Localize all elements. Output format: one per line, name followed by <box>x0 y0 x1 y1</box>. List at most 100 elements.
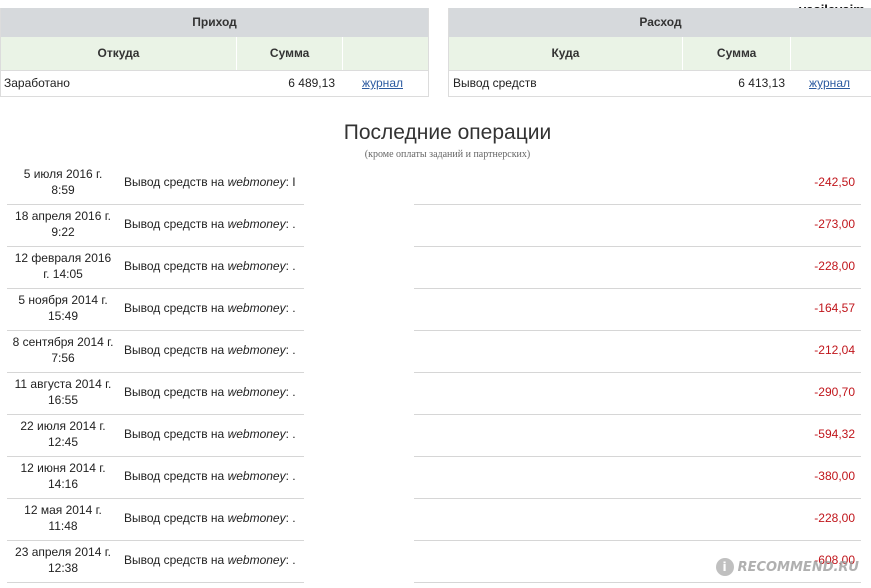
operation-date: 5 июля 2016 г. 8:59 <box>7 166 119 198</box>
operation-desc-prefix: Вывод средств на <box>124 385 225 399</box>
operation-desc-service: webmoney <box>227 553 286 567</box>
operation-desc-suffix: : . <box>285 469 296 483</box>
income-col-actions <box>342 37 428 70</box>
operation-amount: -594,32 <box>814 427 855 441</box>
operation-desc-prefix: Вывод средств на <box>124 553 225 567</box>
operation-date-line1: 22 июля 2014 г. <box>20 419 106 433</box>
operation-description: Вывод средств на webmoney: . <box>124 469 310 483</box>
operation-desc-suffix: : . <box>285 343 296 357</box>
operation-date-line1: 12 июня 2014 г. <box>20 461 106 475</box>
operation-desc-prefix: Вывод средств на <box>124 511 225 525</box>
operation-date-line2: 16:55 <box>47 393 79 407</box>
operation-description: Вывод средств на webmoney: . <box>124 385 310 399</box>
operation-date-line1: 5 ноября 2014 г. <box>18 293 108 307</box>
operation-desc-service: webmoney <box>227 217 286 231</box>
operation-desc-prefix: Вывод средств на <box>124 427 225 441</box>
operation-desc-service: webmoney <box>227 259 286 273</box>
expense-column-headers: Куда Сумма <box>449 37 871 71</box>
operation-description: Вывод средств на webmoney: . <box>124 217 310 231</box>
operation-date-line2: 12:45 <box>47 435 79 449</box>
expense-col-dest: Куда <box>551 46 580 60</box>
operation-date: 12 мая 2014 г. 11:48 <box>7 502 119 534</box>
income-col-source: Откуда <box>97 46 140 60</box>
expense-row-sum: 6 413,13 <box>738 76 785 90</box>
income-column-headers: Откуда Сумма <box>1 37 428 71</box>
operation-desc-prefix: Вывод средств на <box>124 301 225 315</box>
operation-date: 23 апреля 2014 г. 12:38 <box>7 544 119 576</box>
operation-description: Вывод средств на webmoney: . <box>124 427 310 441</box>
operations-list: 5 июля 2016 г. 8:59 Вывод средств на webmo… <box>7 163 861 583</box>
recommend-watermark: i RECOMMEND.RU <box>715 558 859 576</box>
operation-desc-suffix: : . <box>285 259 296 273</box>
operation-row: 5 ноября 2014 г. 15:49 Вывод средств на we… <box>7 289 861 331</box>
operation-date-line1: 12 мая 2014 г. <box>24 503 102 517</box>
operation-desc-prefix: Вывод средств на <box>124 217 225 231</box>
operation-desc-prefix: Вывод средств на <box>124 343 225 357</box>
operation-amount: -228,00 <box>814 259 855 273</box>
operation-row: 12 мая 2014 г. 11:48 Вывод средств на webm… <box>7 499 861 541</box>
operation-row: 5 июля 2016 г. 8:59 Вывод средств на webmo… <box>7 163 861 205</box>
operation-amount: -380,00 <box>814 469 855 483</box>
operation-row: 22 июля 2014 г. 12:45 Вывод средств на web… <box>7 415 861 457</box>
operation-date-line1: 12 февраля 2016 <box>14 251 112 265</box>
operation-row: 12 июня 2014 г. 14:16 Вывод средств на web… <box>7 457 861 499</box>
operation-amount: -242,50 <box>814 175 855 189</box>
operation-desc-service: webmoney <box>227 511 286 525</box>
operation-row: 12 февраля 2016 г. 14:05 Вывод средств на … <box>7 247 861 289</box>
operation-desc-service: webmoney <box>227 175 286 189</box>
income-col-sum: Сумма <box>235 37 343 70</box>
operation-date-line1: 23 апреля 2014 г. <box>15 545 111 559</box>
operation-date: 8 сентября 2014 г. 7:56 <box>7 334 119 366</box>
expense-row: Вывод средств 6 413,13 журнал <box>449 71 871 96</box>
expense-col-sum: Сумма <box>681 37 790 70</box>
operation-description: Вывод средств на webmoney: . <box>124 511 310 525</box>
expense-table: Расход Куда Сумма Вывод средств 6 413,13… <box>448 8 871 97</box>
operation-date: 22 июля 2014 г. 12:45 <box>7 418 119 450</box>
operation-date-line1: 11 августа 2014 г. <box>14 377 112 391</box>
income-row: Заработано 6 489,13 журнал <box>1 71 428 96</box>
operation-date: 5 ноября 2014 г. 15:49 <box>7 292 119 324</box>
expense-title: Расход <box>449 8 871 37</box>
operation-date-line1: 8 сентября 2014 г. <box>12 335 114 349</box>
operation-date-line2: 8:59 <box>51 183 75 197</box>
operation-row: 8 сентября 2014 г. 7:56 Вывод средств на w… <box>7 331 861 373</box>
operation-row: 18 апреля 2016 г. 9:22 Вывод средств на we… <box>7 205 861 247</box>
recommend-logo-icon: i <box>715 558 734 576</box>
operation-desc-suffix: : I <box>285 175 296 189</box>
operation-desc-prefix: Вывод средств на <box>124 469 225 483</box>
operation-desc-service: webmoney <box>227 301 286 315</box>
operations-title: Последние операции <box>343 121 552 144</box>
operation-description: Вывод средств на webmoney: . <box>124 553 310 567</box>
operation-desc-suffix: : . <box>285 511 296 525</box>
recommend-watermark-text: RECOMMEND.RU <box>737 559 859 575</box>
operation-desc-prefix: Вывод средств на <box>124 175 225 189</box>
expense-journal-link[interactable]: журнал <box>809 76 850 90</box>
operation-date: 11 августа 2014 г. 16:55 <box>7 376 119 408</box>
operations-subtitle: (кроме оплаты заданий и партнерских) <box>364 149 531 160</box>
income-row-sum: 6 489,13 <box>288 76 335 90</box>
operation-date-line2: 7:56 <box>51 351 75 365</box>
operation-date-line1: 18 апреля 2016 г. <box>15 209 111 223</box>
operation-date: 12 февраля 2016 г. 14:05 <box>7 250 119 282</box>
operation-description: Вывод средств на webmoney: . <box>124 343 310 357</box>
operation-amount: -164,57 <box>814 301 855 315</box>
income-row-label: Заработано <box>4 76 70 90</box>
operation-amount: -212,04 <box>814 343 855 357</box>
income-title: Приход <box>1 8 428 37</box>
expense-col-actions <box>790 37 871 70</box>
operation-row: 11 августа 2014 г. 16:55 Вывод средств на … <box>7 373 861 415</box>
operation-date: 12 июня 2014 г. 14:16 <box>7 460 119 492</box>
expense-row-label: Вывод средств <box>453 76 537 90</box>
operation-desc-suffix: : . <box>285 301 296 315</box>
operation-desc-suffix: : . <box>285 217 296 231</box>
operation-desc-service: webmoney <box>227 469 286 483</box>
operation-desc-suffix: : . <box>285 427 296 441</box>
operation-date: 18 апреля 2016 г. 9:22 <box>7 208 119 240</box>
operation-description: Вывод средств на webmoney: I <box>124 175 310 189</box>
operation-date-line2: 11:48 <box>48 519 78 533</box>
redacted-area <box>304 163 414 583</box>
operation-description: Вывод средств на webmoney: . <box>124 301 310 315</box>
operation-amount: -228,00 <box>814 511 855 525</box>
income-journal-link[interactable]: журнал <box>362 76 403 90</box>
operation-desc-service: webmoney <box>227 343 286 357</box>
